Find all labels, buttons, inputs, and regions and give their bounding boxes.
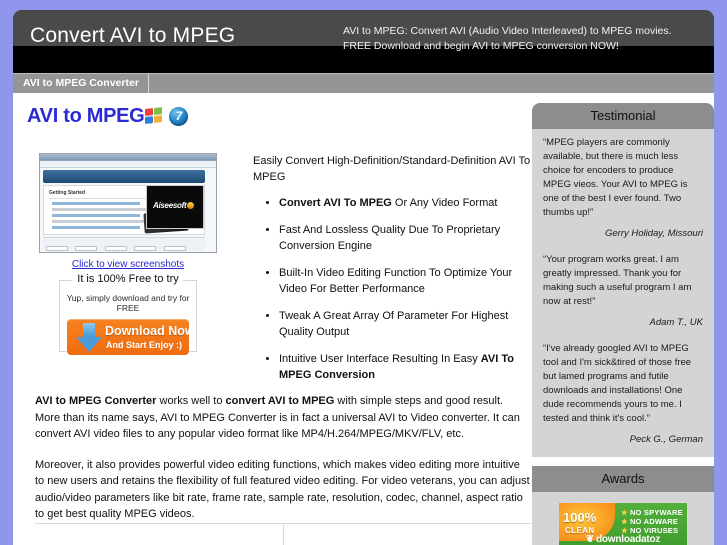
testimonial-author: Gerry Holiday, Missouri [604, 228, 703, 239]
feature-item-bold: Convert AVI To MPEG [279, 197, 392, 209]
screenshot-button [104, 246, 127, 251]
feature-item-text: Built-In Video Editing Function To Optim… [279, 267, 513, 295]
header-tagline: AVI to MPEG: Convert AVI (Audio Video In… [343, 25, 672, 52]
content-body: AVI to MPEG 7 Getting Started Aiseesoft … [13, 93, 714, 545]
windows-7-icon: 7 [169, 106, 189, 126]
free-trial-title: It is 100% Free to try [72, 273, 184, 285]
paragraph-1: AVI to MPEG Converter works well to conv… [35, 393, 531, 443]
feature-item-text: Fast And Lossless Quality Due To Proprie… [279, 224, 501, 252]
feature-lead-text: Easily Convert High-Definition/Standard-… [253, 155, 531, 183]
screenshot-line [52, 214, 140, 217]
feature-item: Convert AVI To MPEG Or Any Video Format [279, 195, 533, 211]
primary-nav[interactable]: AVI to MPEG Converter [13, 73, 714, 93]
testimonial-author: Peck G., German [629, 434, 703, 445]
testimonial-panel-title: Testimonial [532, 103, 714, 129]
bottom-table-column-divider [283, 524, 284, 545]
download-arrow-icon [75, 323, 103, 352]
sidebar: Testimonial “MPEG players are commonly a… [532, 93, 714, 545]
screenshot-button [46, 246, 68, 251]
badge-brand-text: downloadatoz [595, 534, 661, 545]
feature-list: Convert AVI To MPEG Or Any Video Format … [253, 195, 533, 383]
awards-panel-body: 100% CLEAN ★ NO SPYWARE ★ NO ADWARE ★ NO VI… [532, 492, 714, 545]
screenshot-menubar [40, 161, 216, 168]
testimonial-quote: “MPEG players are commonly available, bu… [543, 137, 688, 218]
screenshot-toolbar [43, 170, 205, 183]
feature-list-block: Easily Convert High-Definition/Standard-… [253, 153, 533, 394]
downloadatoz-clean-award-badge[interactable]: 100% CLEAN ★ NO SPYWARE ★ NO ADWARE ★ NO VI… [558, 502, 688, 545]
screenshot-workspace: Getting Started Aiseesoft [40, 168, 216, 252]
awards-panel: Awards 100% CLEAN ★ NO SPYWARE ★ NO ADWARE… [532, 466, 714, 545]
screenshot-button [163, 246, 186, 251]
paragraph-1-bold-a: AVI to MPEG Converter [35, 395, 157, 407]
screenshot-player-dot-icon [187, 202, 194, 209]
badge-percent-label: 100% [563, 510, 597, 525]
badge-line-text: NO ADWARE [629, 517, 679, 526]
badge-line-no-spyware: ★ NO SPYWARE [621, 508, 683, 517]
logo-text: AVI to MPEG [27, 104, 145, 127]
testimonial-panel: Testimonial “MPEG players are commonly a… [532, 103, 714, 457]
feature-item: Tweak A Great Array Of Parameter For Hig… [279, 308, 533, 340]
paragraph-2: Moreover, it also provides powerful vide… [35, 458, 530, 521]
badge-line-no-adware: ★ NO ADWARE [621, 517, 678, 526]
view-screenshots-link[interactable]: Click to view screenshots [39, 259, 217, 270]
feature-item: Built-In Video Editing Function To Optim… [279, 265, 533, 297]
main-column: AVI to MPEG 7 Getting Started Aiseesoft … [13, 93, 531, 545]
site-shell: Convert AVI to MPEG AVI to MPEG: Convert… [13, 10, 714, 545]
screenshot-player-brand: Aiseesoft [153, 201, 187, 210]
awards-panel-title: Awards [532, 466, 714, 492]
download-button-label: Download Now [105, 324, 189, 338]
badge-brand-mark-icon: ❦ [585, 534, 594, 545]
screenshot-statusbar [43, 237, 205, 251]
paragraph-1-text-b: works well to [156, 395, 226, 407]
product-logo: AVI to MPEG 7 [23, 93, 515, 127]
testimonial-quote: “I've already googled AVI to MPEG tool a… [543, 343, 692, 424]
badge-line-text: NO SPYWARE [629, 508, 683, 517]
screenshot-button [75, 246, 98, 251]
description-paragraphs: AVI to MPEG Converter works well to conv… [35, 393, 531, 537]
screenshot-preview-player: Aiseesoft [146, 185, 204, 229]
nav-item-avi-to-mpeg-converter[interactable]: AVI to MPEG Converter [13, 74, 149, 93]
bottom-divider-table [35, 523, 531, 545]
site-header: Convert AVI to MPEG AVI to MPEG: Convert… [13, 10, 714, 73]
windows-xp-flag-icon [145, 106, 163, 126]
feature-item: Intuitive User Interface Resulting In Ea… [279, 351, 533, 383]
testimonial-panel-body: “MPEG players are commonly available, bu… [532, 129, 714, 457]
app-screenshot-thumbnail[interactable]: Getting Started Aiseesoft [39, 153, 217, 253]
page-title: Convert AVI to MPEG [30, 24, 236, 47]
page-root: Convert AVI to MPEG AVI to MPEG: Convert… [0, 0, 727, 545]
star-icon: ★ [621, 517, 628, 526]
paragraph-1-bold-c: convert AVI to MPEG [225, 395, 335, 407]
testimonial-quote: “Your program works great. I am greatly … [543, 254, 692, 307]
badge-brand-label: ❦ downloadatoz [559, 534, 687, 545]
feature-item: Fast And Lossless Quality Due To Proprie… [279, 222, 533, 254]
page-background-right-strip [714, 0, 727, 545]
download-button-sublabel: And Start Enjoy :) [106, 340, 182, 350]
star-icon: ★ [621, 508, 628, 517]
free-trial-box: It is 100% Free to try Yup, simply downl… [59, 273, 197, 355]
screenshot-line [52, 226, 140, 229]
screenshot-button [134, 246, 157, 251]
screenshot-titlebar [40, 154, 216, 161]
feature-item-text: Tweak A Great Array Of Parameter For Hig… [279, 310, 509, 338]
screenshot-line [52, 202, 140, 205]
feature-item-text: Or Any Video Format [391, 197, 498, 209]
download-now-button[interactable]: Download Now And Start Enjoy :) [67, 319, 189, 355]
free-trial-subtitle: Yup, simply download and try for FREE [66, 293, 190, 313]
feature-item-text: Intuitive User Interface Resulting In Ea… [279, 353, 481, 365]
testimonial-author: Adam T., UK [649, 317, 703, 328]
